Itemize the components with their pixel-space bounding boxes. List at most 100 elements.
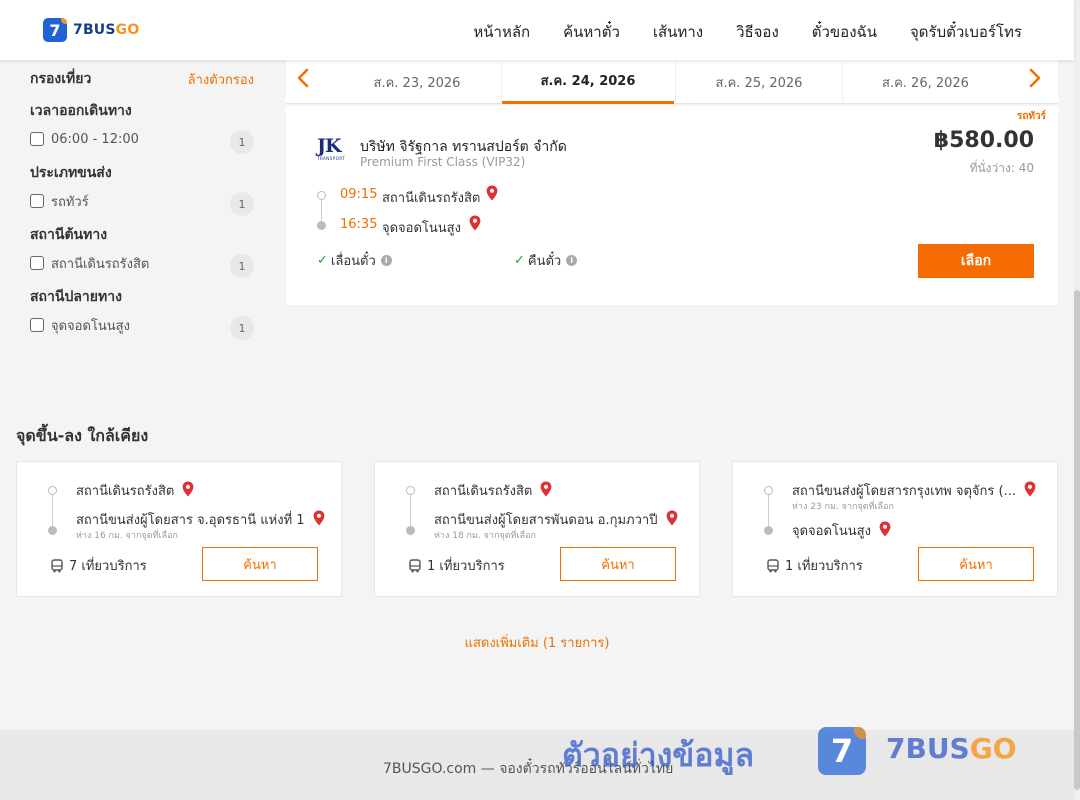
nearby-to-label: สถานีขนส่งผู้โดยสารพันดอน อ.กุมภวาปี (434, 513, 658, 528)
seats-available: ที่นั่งว่าง: 40 (969, 161, 1034, 175)
info-icon[interactable]: i (380, 255, 392, 266)
map-pin-icon[interactable] (313, 510, 325, 526)
nearby-from: สถานีขนส่งผู้โดยสารกรุงเทพ จตุจักร (... (792, 480, 1036, 501)
nav-my-tickets[interactable]: ตั๋วของฉัน (812, 20, 877, 44)
nearby-card: สถานีขนส่งผู้โดยสารกรุงเทพ จตุจักร (... … (732, 461, 1058, 597)
date-tab[interactable]: ส.ค. 26, 2026 (843, 60, 1008, 104)
bus-icon (409, 558, 421, 572)
nearby-from-label: สถานีเดินรถรังสิต (434, 484, 533, 499)
operator-logo-sub: TRANSPORT (317, 156, 346, 161)
nearby-from-label: สถานีเดินรถรังสิต (76, 484, 175, 499)
filter-option-transport[interactable]: รถทัวร์ 1 (30, 188, 254, 216)
trip-count: 1 เที่ยวบริการ (766, 555, 863, 576)
filter-group-title: ประเภทขนส่ง (30, 165, 112, 181)
filter-option-label: จุดจอดโนนสูง (51, 318, 130, 334)
filter-sidebar: กรองเที่ยว ล้างตัวกรอง เวลาออกเดินทาง 06… (30, 66, 254, 340)
departure-station: สถานีเดินรถรังสิต (382, 191, 481, 206)
filter-option-destination[interactable]: จุดจอดโนนสูง 1 (30, 312, 254, 340)
logo-name-accent: GO (115, 22, 140, 38)
nav-ticket-pickup[interactable]: จุดรับตั๋วเบอร์โทร (910, 20, 1022, 44)
map-pin-icon[interactable] (1024, 481, 1036, 497)
trip-count-label: 1 เที่ยวบริการ (427, 559, 505, 574)
watermark-brand-accent: GO (969, 732, 1017, 765)
filter-header: กรองเที่ยว ล้างตัวกรอง (30, 66, 254, 92)
arrival-station: จุดจอดโนนสูง (382, 221, 461, 236)
logo-name-main: 7BUS (73, 22, 116, 38)
chevron-right-icon[interactable] (1028, 68, 1048, 92)
filter-count-badge: 1 (230, 316, 254, 340)
top-header: 7 7BUSGO หน้าหลัก ค้นหาตั๋ว เส้นทาง วิธี… (0, 0, 1074, 60)
date-tab-active[interactable]: ส.ค. 24, 2026 (502, 60, 674, 104)
bus-icon (767, 558, 779, 572)
filter-count-badge: 1 (230, 130, 254, 154)
operator-logo-mark: JK (317, 135, 342, 157)
map-pin-icon[interactable] (879, 521, 891, 537)
distance-note: ห่าง 16 กม. จากจุดที่เลือก (76, 531, 178, 541)
nearby-search-button[interactable]: ค้นหา (560, 547, 676, 581)
nearby-from: สถานีเดินรถรังสิต (434, 480, 552, 501)
nearby-from: สถานีเดินรถรังสิต (76, 480, 194, 501)
filter-group-title: สถานีต้นทาง (30, 227, 108, 243)
clear-filters-link[interactable]: ล้างตัวกรอง (188, 69, 254, 90)
page-scrollbar[interactable] (1074, 0, 1080, 800)
checkbox[interactable] (30, 318, 44, 332)
departure-dot (764, 486, 773, 495)
nearby-card: สถานีเดินรถรังสิต สถานีขนส่งผู้โดยสารพัน… (374, 461, 700, 597)
site-logo[interactable]: 7 7BUSGO (43, 18, 139, 42)
date-tabs: ส.ค. 23, 2026 ส.ค. 24, 2026 ส.ค. 25, 202… (286, 60, 1058, 104)
filter-option-label: สถานีเดินรถรังสิต (51, 256, 150, 272)
logo-mark-icon: 7 (43, 18, 67, 42)
nearby-to: สถานีขนส่งผู้โดยสารพันดอน อ.กุมภวาปี (434, 509, 678, 530)
scrollbar-thumb[interactable] (1074, 290, 1080, 790)
date-tab[interactable]: ส.ค. 23, 2026 (334, 60, 500, 104)
nearby-card: สถานีเดินรถรังสิต สถานีขนส่งผู้โดยสาร จ.… (16, 461, 342, 597)
show-more-link[interactable]: แสดงเพิ่มเติม (1 รายการ) (0, 632, 1074, 653)
filter-group-title: เวลาออกเดินทาง (30, 103, 132, 119)
nearby-search-button[interactable]: ค้นหา (202, 547, 318, 581)
nearby-to: จุดจอดโนนสูง (792, 520, 891, 541)
info-icon[interactable]: i (566, 255, 578, 266)
feature-label: เลื่อนตั๋ว (330, 254, 376, 269)
distance-note: ห่าง 23 กม. จากจุดที่เลือก (792, 502, 894, 512)
trip-count-label: 7 เที่ยวบริการ (69, 559, 147, 574)
select-trip-button[interactable]: เลือก (918, 244, 1034, 278)
arrival-dot (764, 526, 773, 535)
nearby-search-button[interactable]: ค้นหา (918, 547, 1034, 581)
nav-home[interactable]: หน้าหลัก (473, 20, 530, 44)
checkbox[interactable] (30, 132, 44, 146)
nav-search-tickets[interactable]: ค้นหาตั๋ว (563, 20, 620, 44)
map-pin-icon[interactable] (540, 481, 552, 497)
departure-dot (48, 486, 57, 495)
nearby-to: สถานีขนส่งผู้โดยสาร จ.อุดรธานี แห่งที่ 1 (76, 509, 325, 530)
map-pin-icon[interactable] (486, 185, 498, 201)
map-pin-icon[interactable] (469, 215, 481, 231)
ticket-price: ฿580.00 (933, 128, 1034, 153)
nearby-from-label: สถานีขนส่งผู้โดยสารกรุงเทพ จตุจักร (... (792, 484, 1016, 499)
checkbox[interactable] (30, 256, 44, 270)
watermark-brand-main: 7BUS (886, 732, 970, 765)
departure-dot (317, 191, 326, 200)
filter-count-badge: 1 (230, 254, 254, 278)
departure-dot (406, 486, 415, 495)
bus-class: Premium First Class (VIP32) (360, 155, 526, 169)
nav-routes[interactable]: เส้นทาง (653, 20, 703, 44)
nearby-to-label: สถานีขนส่งผู้โดยสาร จ.อุดรธานี แห่งที่ 1 (76, 513, 305, 528)
watermark-logo-icon: 7 (818, 727, 866, 775)
date-tab[interactable]: ส.ค. 25, 2026 (676, 60, 842, 104)
arrival-dot (317, 221, 326, 230)
chevron-left-icon[interactable] (296, 68, 316, 92)
operator-logo: JK TRANSPORT (317, 136, 351, 166)
filter-group-title: สถานีปลายทาง (30, 289, 122, 305)
filter-option-label: 06:00 - 12:00 (51, 131, 139, 147)
filter-option-label: รถทัวร์ (51, 194, 89, 210)
nav-how-to-book[interactable]: วิธีจอง (736, 20, 779, 44)
filter-option-time[interactable]: 06:00 - 12:00 1 (30, 126, 254, 154)
map-pin-icon[interactable] (182, 481, 194, 497)
filter-option-origin[interactable]: สถานีเดินรถรังสิต 1 (30, 250, 254, 278)
trip-count: 7 เที่ยวบริการ (50, 555, 147, 576)
map-pin-icon[interactable] (666, 510, 678, 526)
feature-reschedule: ✓ เลื่อนตั๋ว i (317, 250, 392, 271)
watermark-brand: 7BUSGO (886, 732, 1017, 765)
checkbox[interactable] (30, 194, 44, 208)
arrival-dot (48, 526, 57, 535)
